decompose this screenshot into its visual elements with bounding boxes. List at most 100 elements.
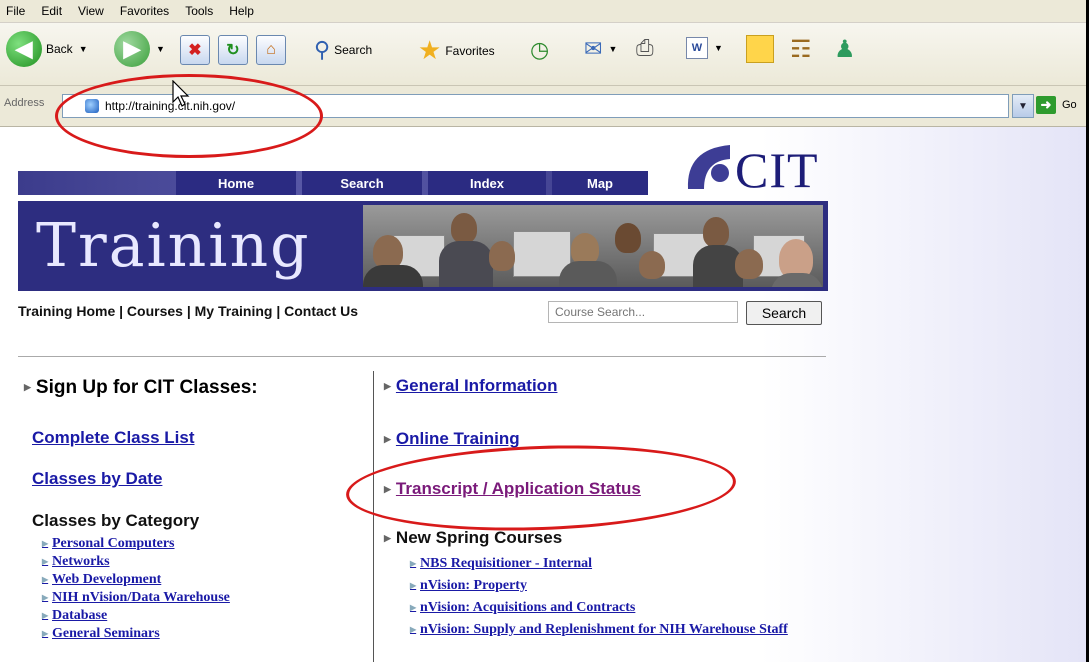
menu-help[interactable]: Help (223, 4, 264, 18)
back-button[interactable]: ◀ Back ▼ (6, 31, 94, 67)
bullet-triangle-icon: ▶ (384, 434, 391, 445)
online-training-link[interactable]: ▶ Online Training (384, 429, 520, 449)
research-button[interactable]: ☶ (790, 35, 812, 64)
spring-courses-heading: ▶ New Spring Courses (384, 528, 562, 548)
bullet-icon: ▶ (410, 581, 417, 590)
forward-button[interactable]: ▶ ▼ (114, 31, 171, 67)
mail-dropdown-icon[interactable]: ▼ (608, 44, 617, 54)
address-label: Address (4, 97, 45, 109)
course-search-button[interactable]: Search (746, 301, 822, 325)
nav-home[interactable]: Home (176, 171, 296, 195)
url-highlight-circle (55, 74, 323, 158)
home-button[interactable]: ⌂ (256, 35, 286, 65)
refresh-button[interactable]: ↻ (218, 35, 248, 65)
home-icon: ⌂ (256, 35, 286, 65)
spring-course-list: ▶ NBS Requisitioner - Internal ▶ nVision: … (410, 555, 840, 639)
course-label[interactable]: nVision: Property (420, 577, 527, 595)
word-icon: W (686, 37, 708, 59)
general-information-link[interactable]: ▶ General Information (384, 376, 557, 396)
course-item[interactable]: ▶ nVision: Supply and Replenishment for N… (410, 621, 840, 639)
course-label[interactable]: nVision: Acquisitions and Contracts (420, 599, 635, 617)
search-toolbar-button[interactable]: ⚲ Search (314, 37, 372, 63)
course-search-input[interactable] (548, 301, 738, 323)
training-banner: Training (18, 201, 828, 291)
go-button[interactable]: ➜ Go (1036, 94, 1084, 116)
category-item[interactable]: ▶ Database (42, 607, 230, 625)
category-label[interactable]: Database (52, 607, 107, 625)
category-item[interactable]: ▶ Personal Computers (42, 535, 230, 553)
bullet-triangle-icon: ▶ (384, 533, 391, 544)
history-icon: ◷ (530, 37, 550, 62)
category-item[interactable]: ▶ General Seminars (42, 625, 230, 643)
bullet-icon: ▶ (42, 539, 49, 548)
spring-courses-heading-text: New Spring Courses (395, 528, 563, 547)
complete-class-list-link[interactable]: Complete Class List (32, 428, 195, 448)
nav-search[interactable]: Search (302, 171, 422, 195)
edit-button[interactable]: W ▼ (686, 37, 729, 59)
address-dropdown-icon[interactable]: ▼ (1012, 94, 1034, 118)
category-item[interactable]: ▶ Networks (42, 553, 230, 571)
nav-map[interactable]: Map (552, 171, 648, 195)
note-icon (746, 35, 774, 63)
site-link-bar[interactable]: Training Home | Courses | My Training | … (18, 303, 358, 319)
forward-arrow-icon: ▶ (114, 31, 150, 67)
category-item[interactable]: ▶ Web Development (42, 571, 230, 589)
bullet-icon: ▶ (42, 611, 49, 620)
menu-view[interactable]: View (72, 4, 114, 18)
bullet-icon: ▶ (42, 575, 49, 584)
favorites-button[interactable]: ★ Favorites (418, 35, 495, 66)
menu-file[interactable]: File (0, 4, 35, 18)
nav-index[interactable]: Index (428, 171, 546, 195)
menu-edit[interactable]: Edit (35, 4, 72, 18)
class-photo (363, 205, 823, 287)
history-button[interactable]: ◷ (530, 37, 549, 63)
bullet-icon: ▶ (410, 625, 417, 634)
favorites-label: Favorites (445, 43, 495, 58)
course-item[interactable]: ▶ nVision: Acquisitions and Contracts (410, 599, 840, 617)
category-label[interactable]: Personal Computers (52, 535, 175, 553)
category-label[interactable]: General Seminars (52, 625, 160, 643)
menu-favorites[interactable]: Favorites (114, 4, 179, 18)
mail-icon: ✉ (584, 36, 603, 61)
edit-dropdown-icon[interactable]: ▼ (714, 43, 723, 53)
web-page: Home Search Index Map CIT Training Train… (0, 127, 1086, 662)
course-item[interactable]: ▶ NBS Requisitioner - Internal (410, 555, 840, 573)
category-item[interactable]: ▶ NIH nVision/Data Warehouse (42, 589, 230, 607)
signup-heading-text: Sign Up for CIT Classes: (35, 377, 258, 398)
messenger-button[interactable]: ♟ (834, 35, 856, 64)
magnifier-icon: ⚲ (314, 37, 331, 62)
classes-by-date-link[interactable]: Classes by Date (32, 469, 162, 489)
category-label[interactable]: Web Development (52, 571, 161, 589)
back-dropdown-icon[interactable]: ▼ (79, 44, 88, 54)
stop-button[interactable]: ✖ (180, 35, 210, 65)
bullet-triangle-icon: ▶ (384, 381, 391, 392)
refresh-icon: ↻ (218, 35, 248, 65)
banner-title: Training (36, 211, 311, 281)
messenger-icon: ♟ (834, 36, 856, 63)
general-information-text[interactable]: General Information (396, 376, 558, 395)
printer-icon: ⎙ (636, 35, 654, 60)
menu-bar: File Edit View Favorites Tools Help (0, 0, 1086, 23)
mail-button[interactable]: ✉ ▼ (584, 36, 623, 62)
forward-dropdown-icon[interactable]: ▼ (156, 44, 165, 54)
course-label[interactable]: nVision: Supply and Replenishment for NI… (420, 621, 788, 639)
bullet-icon: ▶ (410, 603, 417, 612)
print-button[interactable]: ⎙ (636, 35, 654, 61)
cit-logo-text: CIT (735, 142, 819, 198)
category-list: ▶ Personal Computers ▶ Networks ▶ Web Devel… (42, 535, 230, 643)
go-label: Go (1062, 99, 1077, 111)
course-label[interactable]: NBS Requisitioner - Internal (420, 555, 592, 573)
column-divider (373, 371, 374, 662)
books-icon: ☶ (790, 36, 812, 63)
course-item[interactable]: ▶ nVision: Property (410, 577, 840, 595)
online-training-text[interactable]: Online Training (396, 429, 520, 448)
category-label[interactable]: NIH nVision/Data Warehouse (52, 589, 230, 607)
bullet-icon: ▶ (410, 559, 417, 568)
site-nav: Home Search Index Map (18, 171, 648, 195)
browser-window: File Edit View Favorites Tools Help ◀ Ba… (0, 0, 1089, 662)
signup-heading: ▶ Sign Up for CIT Classes: (24, 377, 258, 399)
discuss-button[interactable] (746, 35, 774, 63)
category-label[interactable]: Networks (52, 553, 110, 571)
menu-tools[interactable]: Tools (179, 4, 223, 18)
bullet-icon: ▶ (42, 557, 49, 566)
